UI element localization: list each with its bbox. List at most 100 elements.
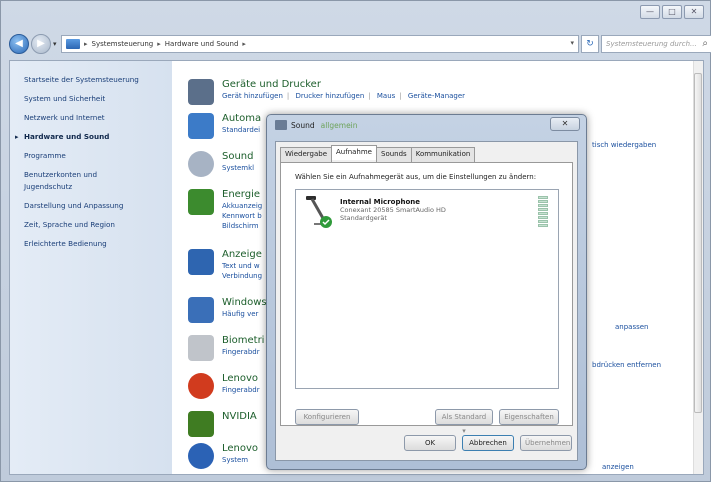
search-placeholder: Systemsteuerung durch... <box>606 40 697 48</box>
control-panel-icon <box>66 39 80 49</box>
navigation-bar: ◀ ▶ ▾ ▸ Systemsteuerung ▸ Hardware und S… <box>9 33 711 57</box>
breadcrumb-arrow-icon[interactable]: ▸ <box>242 40 246 48</box>
refresh-button[interactable]: ↻ <box>581 35 599 53</box>
dialog-body: Wiedergabe Aufnahme Sounds Kommunikation… <box>275 141 578 461</box>
vertical-scrollbar[interactable] <box>693 61 703 474</box>
category-windows: Windows Häufig ver <box>188 297 267 323</box>
tab-communication[interactable]: Kommunikation <box>410 147 476 162</box>
tab-sounds[interactable]: Sounds <box>376 147 412 162</box>
category-display: Anzeige Text und w Verbindung <box>188 249 262 281</box>
category-link[interactable]: Verbindung <box>222 271 262 281</box>
category-link[interactable]: Text und w <box>222 261 262 271</box>
sidebar-item-user-accounts[interactable]: Benutzerkonten und <box>24 170 172 180</box>
minimize-button[interactable]: — <box>640 5 660 19</box>
breadcrumb-item-hardware-sound[interactable]: Hardware und Sound <box>165 40 239 48</box>
fingerprint-icon <box>188 335 214 361</box>
list-item[interactable]: Internal Microphone Conexant 20585 Smart… <box>302 194 552 232</box>
dialog-title: Sound allgemein <box>275 120 358 130</box>
speaker-icon <box>188 151 214 177</box>
sidebar-item-programs[interactable]: Programme <box>24 151 172 161</box>
properties-button[interactable]: Eigenschaften <box>499 409 559 425</box>
category-link[interactable]: Systemkl <box>222 163 254 173</box>
sidebar-item-home[interactable]: Startseite der Systemsteuerung <box>24 75 172 85</box>
cancel-button[interactable]: Abbrechen <box>462 435 514 451</box>
device-button-row: Konfigurieren Als Standard ▾ Eigenschaft… <box>295 409 559 435</box>
sidebar-item-accessibility[interactable]: Erleichterte Bedienung <box>24 239 172 249</box>
search-icon[interactable]: ⌕ <box>702 38 708 49</box>
lenovo-globe-icon <box>188 443 214 469</box>
address-bar[interactable]: ▸ Systemsteuerung ▸ Hardware und Sound ▸… <box>61 35 579 53</box>
category-link[interactable]: System <box>222 455 258 465</box>
device-name: Internal Microphone <box>340 198 420 206</box>
sidebar-item-hardware-sound[interactable]: Hardware und Sound <box>15 132 172 142</box>
set-default-label: Als Standard <box>441 413 487 421</box>
category-autoplay: Automa Standardei <box>188 113 261 139</box>
category-title[interactable]: Geräte und Drucker <box>222 79 465 91</box>
sidebar-item-region[interactable]: Zeit, Sprache und Region <box>24 220 172 230</box>
search-input[interactable]: Systemsteuerung durch... ⌕ <box>601 35 711 53</box>
back-button[interactable]: ◀ <box>9 34 29 54</box>
category-link[interactable]: Kennwort b <box>222 211 262 221</box>
link-device-manager[interactable]: Geräte-Manager <box>408 92 465 100</box>
scrollbar-thumb[interactable] <box>694 73 702 413</box>
titlebar: — □ ✕ <box>1 1 710 29</box>
address-dropdown-icon[interactable]: ▾ <box>570 39 574 47</box>
category-title[interactable]: NVIDIA <box>222 411 257 423</box>
category-title[interactable]: Anzeige <box>222 249 262 261</box>
apply-button[interactable]: Übernehmen <box>520 435 572 451</box>
forward-button[interactable]: ▶ <box>31 34 51 54</box>
category-title[interactable]: Automa <box>222 113 261 125</box>
category-link[interactable]: Bildschirm <box>222 221 262 231</box>
tab-playback[interactable]: Wiedergabe <box>280 147 333 162</box>
mobility-center-icon <box>188 297 214 323</box>
category-link[interactable]: Fingerabdr <box>222 385 260 395</box>
close-window-button[interactable]: ✕ <box>684 5 704 19</box>
link-add-device[interactable]: Gerät hinzufügen <box>222 92 283 100</box>
history-dropdown-icon[interactable]: ▾ <box>53 40 57 48</box>
nvidia-icon <box>188 411 214 437</box>
breadcrumb-arrow-icon[interactable]: ▸ <box>84 40 88 48</box>
lenovo-fingerprint-icon <box>188 373 214 399</box>
set-default-button[interactable]: Als Standard ▾ <box>435 409 493 435</box>
category-link[interactable]: Akkuanzeig <box>222 201 262 211</box>
link-remove-fingerprint[interactable]: bdrücken entfernen <box>592 361 661 369</box>
tab-strip: Wiedergabe Aufnahme Sounds Kommunikation <box>280 145 476 162</box>
maximize-button[interactable]: □ <box>662 5 682 19</box>
dialog-close-button[interactable]: ✕ <box>550 117 580 131</box>
category-title[interactable]: Biometri <box>222 335 264 347</box>
sidebar: Startseite der Systemsteuerung System un… <box>10 61 172 474</box>
link-show[interactable]: anzeigen <box>602 463 634 471</box>
sidebar-item-parental-controls[interactable]: Jugendschutz <box>24 182 172 192</box>
autoplay-icon <box>188 113 214 139</box>
category-title[interactable]: Lenovo <box>222 373 260 385</box>
ok-button[interactable]: OK <box>404 435 456 451</box>
link-add-printer[interactable]: Drucker hinzufügen <box>295 92 364 100</box>
sidebar-item-system-security[interactable]: System und Sicherheit <box>24 94 172 104</box>
category-title[interactable]: Energie <box>222 189 262 201</box>
category-lenovo-system: Lenovo System <box>188 443 258 469</box>
breadcrumb-item-systemsteuerung[interactable]: Systemsteuerung <box>92 40 154 48</box>
category-links: Gerät hinzufügen | Drucker hinzufügen | Ma… <box>222 92 466 100</box>
link-adjust[interactable]: anpassen <box>615 323 649 331</box>
dialog-title-suffix: allgemein <box>320 120 358 130</box>
category-power: Energie Akkuanzeig Kennwort b Bildschirm <box>188 189 262 231</box>
category-link[interactable]: Fingerabdr <box>222 347 264 357</box>
tab-recording[interactable]: Aufnahme <box>331 145 377 160</box>
category-title[interactable]: Windows <box>222 297 267 309</box>
recording-device-list[interactable]: Internal Microphone Conexant 20585 Smart… <box>295 189 559 389</box>
category-sound: Sound Systemkl <box>188 151 254 177</box>
breadcrumb-arrow-icon[interactable]: ▸ <box>157 40 161 48</box>
link-mouse[interactable]: Maus <box>377 92 395 100</box>
recording-tab-panel: Wählen Sie ein Aufnahmegerät aus, um die… <box>280 162 573 435</box>
control-panel-window: — □ ✕ ◀ ▶ ▾ ▸ Systemsteuerung ▸ Hardware… <box>0 0 711 482</box>
link-desktop-playback[interactable]: tisch wiedergaben <box>592 141 656 149</box>
sidebar-item-appearance[interactable]: Darstellung und Anpassung <box>24 201 172 211</box>
device-status: Standardgerät <box>340 214 387 222</box>
category-title[interactable]: Lenovo <box>222 443 258 455</box>
category-title[interactable]: Sound <box>222 151 254 163</box>
configure-button[interactable]: Konfigurieren <box>295 409 359 425</box>
category-link[interactable]: Standardei <box>222 125 261 135</box>
category-link[interactable]: Häufig ver <box>222 309 267 319</box>
window-controls: — □ ✕ <box>640 5 704 19</box>
sidebar-item-network[interactable]: Netzwerk und Internet <box>24 113 172 123</box>
